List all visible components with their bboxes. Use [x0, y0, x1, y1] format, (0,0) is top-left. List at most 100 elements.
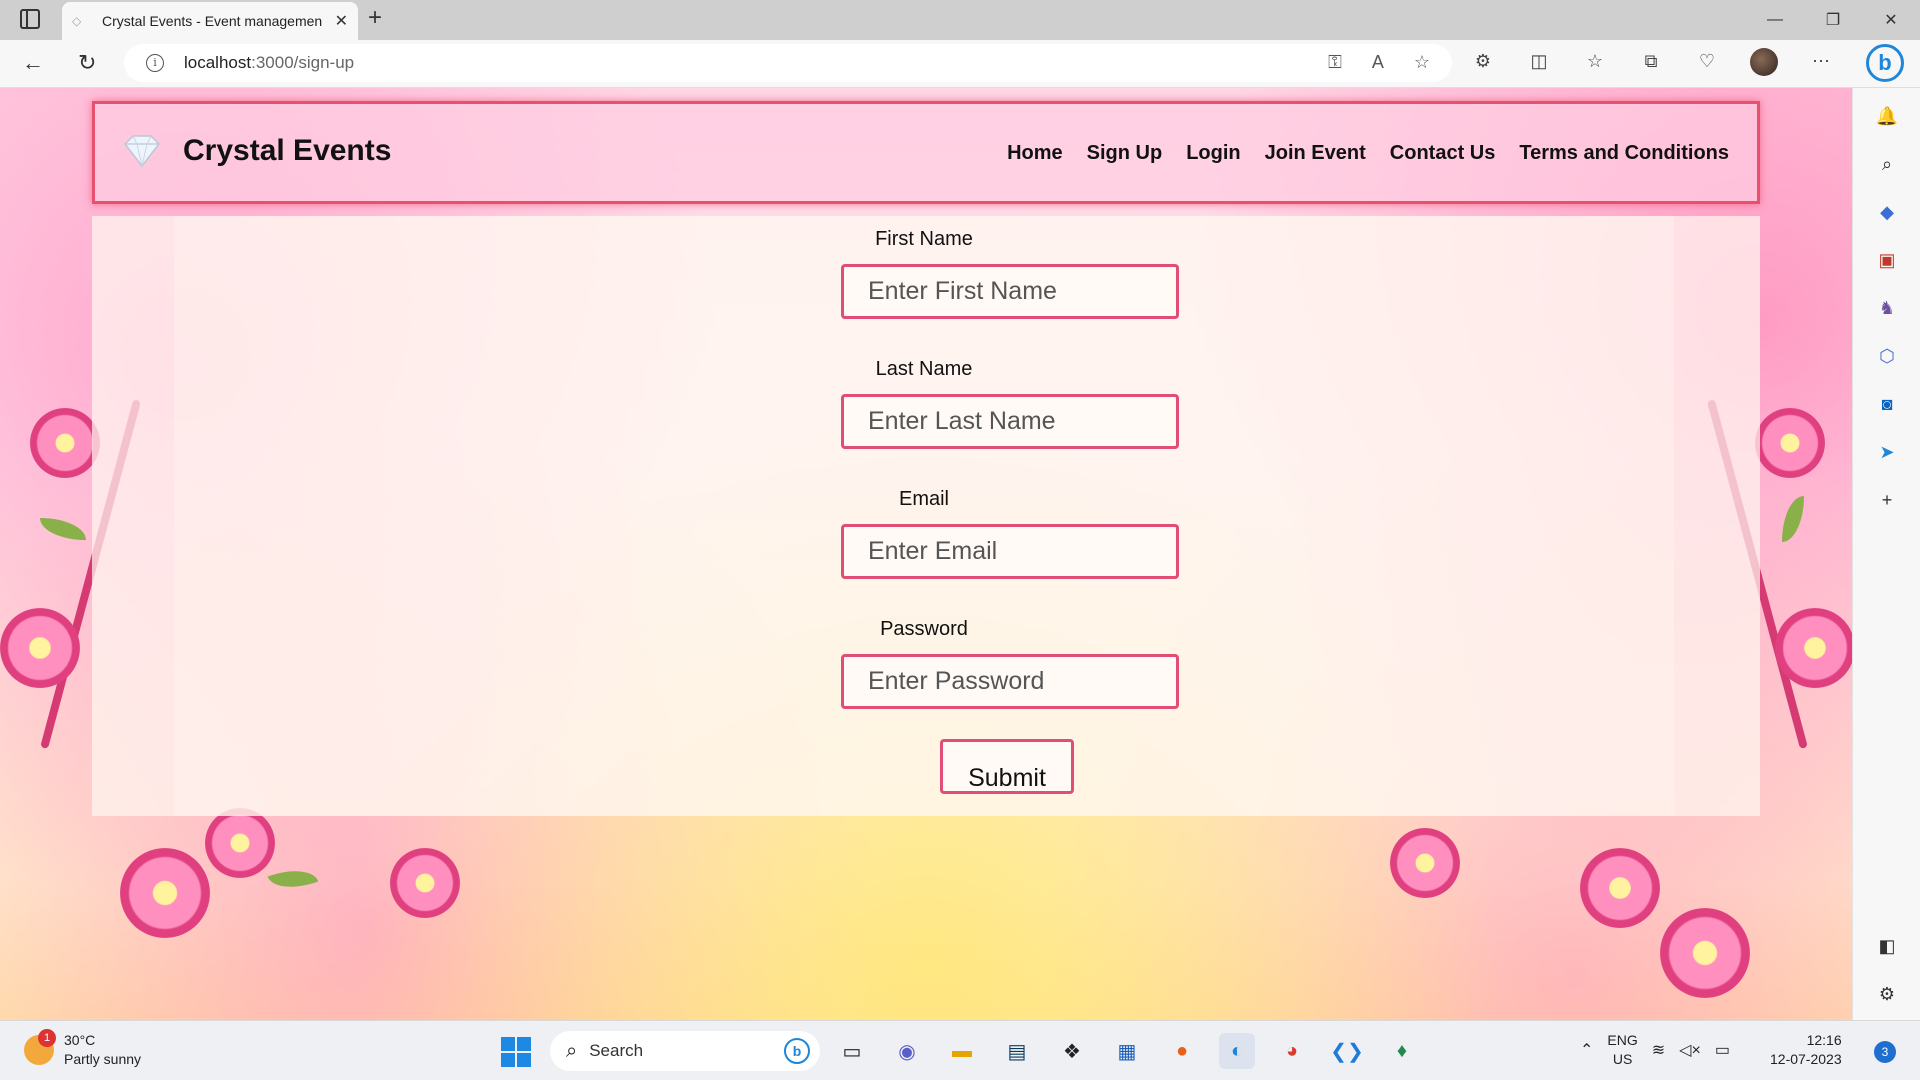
- wifi-icon[interactable]: ≋: [1652, 1040, 1665, 1060]
- tab-close-icon[interactable]: ✕: [335, 11, 348, 31]
- edge-sidebar: 🔔 ⌕ ◆ ▣ ♞ ⬡ ◙ ➤ + ◧ ⚙: [1852, 88, 1920, 1020]
- back-arrow-icon[interactable]: ←: [22, 50, 44, 76]
- diamond-favicon-icon: ◇: [72, 14, 82, 28]
- first-name-input[interactable]: [841, 264, 1179, 319]
- battery-icon[interactable]: ▭: [1715, 1040, 1730, 1060]
- first-name-label: First Name: [875, 228, 973, 250]
- maximize-button[interactable]: ❐: [1804, 0, 1862, 40]
- weather-badge: 1: [38, 1029, 56, 1047]
- brand-name[interactable]: Crystal Events: [183, 134, 391, 168]
- favorite-star-icon[interactable]: ☆: [1414, 52, 1430, 73]
- profile-avatar[interactable]: [1750, 48, 1778, 76]
- performance-icon[interactable]: ♡: [1694, 48, 1720, 74]
- nav-link-login[interactable]: Login: [1186, 142, 1240, 165]
- search-icon[interactable]: ⌕: [1875, 152, 1899, 176]
- chrome-icon[interactable]: ◕: [1274, 1033, 1310, 1069]
- window-controls: — ❐ ✕: [1746, 0, 1920, 40]
- extensions-icon[interactable]: ⚙: [1470, 48, 1496, 74]
- add-icon[interactable]: +: [1875, 488, 1899, 512]
- store-icon[interactable]: ▦: [1109, 1033, 1145, 1069]
- bing-search-icon[interactable]: b: [784, 1038, 810, 1064]
- password-input[interactable]: [841, 654, 1179, 709]
- weather-description: Partly sunny: [64, 1051, 142, 1067]
- nav-link-terms[interactable]: Terms and Conditions: [1519, 142, 1729, 165]
- briefcase-icon[interactable]: ▣: [1875, 248, 1899, 272]
- tab-actions-icon[interactable]: [20, 9, 40, 29]
- tab-title: Crystal Events - Event management: [102, 13, 322, 29]
- language-code: ENG: [1607, 1032, 1638, 1048]
- decorative-flower: [205, 808, 275, 878]
- nav-link-sign-up[interactable]: Sign Up: [1087, 142, 1163, 165]
- decorative-flower: [1580, 848, 1660, 928]
- firefox-icon[interactable]: ●: [1164, 1033, 1200, 1069]
- weather-sun-icon: 1: [24, 1029, 56, 1065]
- clock-time: 12:16: [1806, 1032, 1842, 1048]
- close-window-button[interactable]: ✕: [1862, 0, 1920, 40]
- decorative-flower: [120, 848, 210, 938]
- sidebar-toggle-icon[interactable]: ◧: [1875, 934, 1899, 958]
- refresh-icon[interactable]: ↻: [78, 50, 96, 76]
- notification-badge[interactable]: 3: [1874, 1041, 1896, 1063]
- last-name-input[interactable]: [841, 394, 1179, 449]
- decorative-leaf: [267, 860, 319, 898]
- site-navbar: Crystal Events Home Sign Up Login Join E…: [92, 101, 1760, 204]
- mongodb-icon[interactable]: ♦: [1384, 1033, 1420, 1069]
- site-info-icon[interactable]: i: [146, 54, 164, 72]
- nav-link-contact-us[interactable]: Contact Us: [1390, 142, 1496, 165]
- region-code: US: [1612, 1051, 1633, 1067]
- email-label: Email: [898, 488, 949, 510]
- decorative-flower: [390, 848, 460, 918]
- nav-link-join-event[interactable]: Join Event: [1265, 142, 1366, 165]
- settings-gear-icon[interactable]: ⚙: [1875, 982, 1899, 1006]
- system-tray: ⌃ ENG US ≋ ◁× ▭: [1580, 1031, 1730, 1069]
- language-indicator[interactable]: ENG US: [1607, 1031, 1637, 1069]
- weather-widget[interactable]: 1 30°C Partly sunny: [24, 1029, 142, 1069]
- more-options-icon[interactable]: ⋯: [1808, 48, 1834, 74]
- address-bar[interactable]: i localhost:3000/sign-up ⚿ A ☆: [124, 44, 1452, 82]
- clock-date: 12-07-2023: [1770, 1051, 1842, 1067]
- copilot-app-icon[interactable]: ⬡: [1875, 344, 1899, 368]
- chat-icon[interactable]: ◉: [889, 1033, 925, 1069]
- favorites-icon[interactable]: ☆: [1582, 48, 1608, 74]
- chevron-up-icon[interactable]: ⌃: [1580, 1040, 1593, 1060]
- bing-copilot-icon[interactable]: b: [1866, 44, 1904, 82]
- tag-icon[interactable]: ◆: [1875, 200, 1899, 224]
- volume-muted-icon[interactable]: ◁×: [1679, 1040, 1701, 1060]
- dropbox-icon[interactable]: ❖: [1054, 1033, 1090, 1069]
- email-input[interactable]: [841, 524, 1179, 579]
- url-host: localhost: [184, 53, 252, 72]
- chess-icon[interactable]: ♞: [1875, 296, 1899, 320]
- new-tab-button[interactable]: +: [368, 4, 382, 32]
- system-clock[interactable]: 12:16 12-07-2023: [1770, 1031, 1842, 1069]
- nav-link-home[interactable]: Home: [1007, 142, 1063, 165]
- submit-button[interactable]: Submit: [940, 739, 1074, 794]
- windows-start-icon[interactable]: [501, 1037, 531, 1067]
- taskbar-search[interactable]: ⌕ Search b: [550, 1031, 820, 1071]
- outlook-icon[interactable]: ◙: [1875, 392, 1899, 416]
- browser-tab[interactable]: ◇ Crystal Events - Event management ✕: [62, 2, 358, 40]
- weather-temperature: 30°C: [64, 1032, 96, 1048]
- decorative-flower: [1775, 608, 1852, 688]
- url-path: :3000/sign-up: [251, 53, 355, 72]
- decorative-leaf: [1782, 496, 1804, 542]
- file-explorer-icon[interactable]: ▬: [944, 1033, 980, 1069]
- password-label: Password: [880, 618, 968, 640]
- browser-toolbar-icons: ⚙ ◫ ☆ ⧉ ♡ ⋯: [1470, 48, 1834, 76]
- bell-icon[interactable]: 🔔: [1875, 104, 1899, 128]
- minimize-button[interactable]: —: [1746, 0, 1804, 40]
- browser-tab-bar: ◇ Crystal Events - Event management ✕ + …: [0, 0, 1920, 40]
- decorative-leaf: [40, 518, 86, 540]
- read-aloud-icon[interactable]: A: [1372, 52, 1384, 73]
- vscode-icon[interactable]: ❮❯: [1329, 1033, 1365, 1069]
- page-viewport: Crystal Events Home Sign Up Login Join E…: [0, 88, 1852, 1020]
- split-screen-icon[interactable]: ◫: [1526, 48, 1552, 74]
- address-bar-actions: ⚿ A ☆: [1328, 52, 1430, 73]
- edge-browser-icon[interactable]: ◐: [1219, 1033, 1255, 1069]
- task-view-icon[interactable]: ▭: [834, 1033, 870, 1069]
- collections-icon[interactable]: ⧉: [1638, 48, 1664, 74]
- url-text: localhost:3000/sign-up: [184, 53, 354, 73]
- key-icon[interactable]: ⚿: [1328, 52, 1342, 73]
- dev-app-icon[interactable]: ▤: [999, 1033, 1035, 1069]
- decorative-flower: [0, 608, 80, 688]
- send-icon[interactable]: ➤: [1875, 440, 1899, 464]
